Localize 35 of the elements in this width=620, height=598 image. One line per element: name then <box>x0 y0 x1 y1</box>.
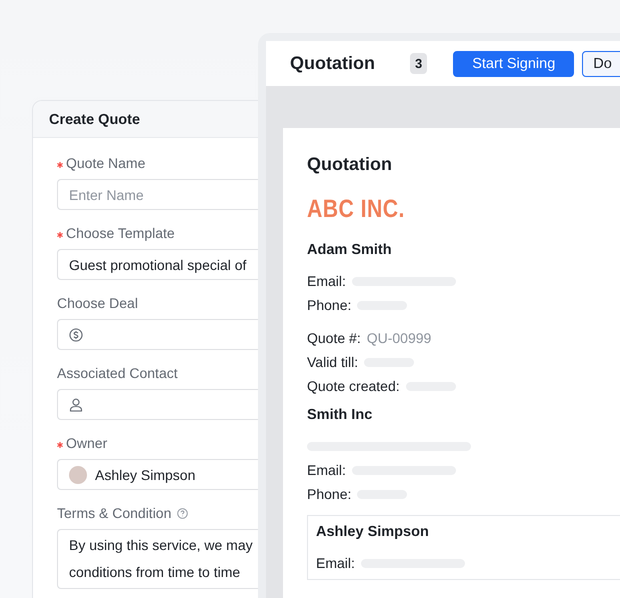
required-icon <box>57 442 63 448</box>
field-label: Email: <box>316 555 355 571</box>
contact-field[interactable] <box>57 389 259 420</box>
avatar-icon <box>69 466 87 484</box>
template-select[interactable]: Guest promotional special of <box>57 249 259 280</box>
field-label: Terms & Condition <box>57 505 172 521</box>
field-label: Valid till: <box>307 354 358 370</box>
start-signing-button[interactable]: Start Signing <box>453 50 574 76</box>
deal-field[interactable] <box>57 319 259 350</box>
company-logo: ABC INC. <box>307 195 406 224</box>
field-label: Phone: <box>307 297 352 313</box>
person-icon <box>69 398 83 412</box>
count-badge: 3 <box>410 53 428 74</box>
panel-title: Create Quote <box>49 112 140 128</box>
required-icon <box>57 162 63 168</box>
contact-name: Ashley Simpson <box>316 524 430 542</box>
field-label: Owner <box>66 435 108 451</box>
field-label: Email: <box>307 273 346 289</box>
field-label: Choose Template <box>66 225 175 241</box>
window-title: Quotation <box>290 53 376 74</box>
secondary-button[interactable]: Do <box>582 50 620 76</box>
field-label: Phone: <box>307 486 352 502</box>
field-label: Quote created: <box>307 378 400 394</box>
dollar-icon <box>69 328 83 342</box>
field-label: Quote #: <box>307 330 361 346</box>
document-title: Quotation <box>307 154 393 175</box>
owner-select[interactable]: Ashley Simpson <box>57 459 259 490</box>
required-icon <box>57 232 63 238</box>
field-label: Associated Contact <box>57 365 178 381</box>
field-label: Choose Deal <box>57 295 138 311</box>
section-heading: Adam Smith <box>307 242 393 260</box>
field-label: Email: <box>307 462 346 478</box>
section-heading: Smith Inc <box>307 407 374 425</box>
field-label: Quote Name <box>66 155 146 171</box>
quote-number: QU-00999 <box>366 330 432 346</box>
